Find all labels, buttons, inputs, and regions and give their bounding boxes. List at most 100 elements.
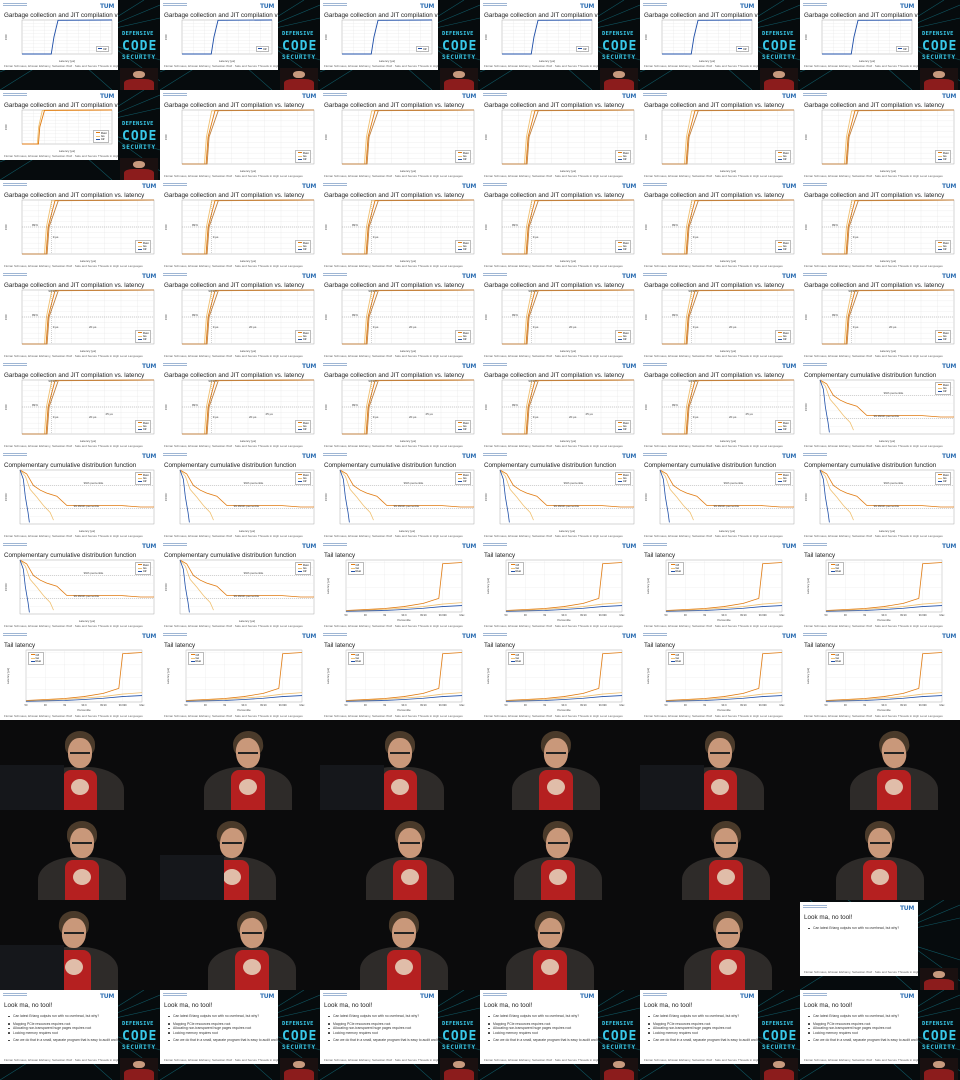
pip-head [613,1060,625,1068]
thumbnail-tile[interactable] [800,720,960,810]
thumbnail-tile[interactable]: TUM Garbage collection and JIT compilatio… [320,0,480,90]
thumbnail-tile[interactable]: TUM Garbage collection and JIT compilatio… [480,90,640,180]
thumbnail-tile[interactable] [320,810,480,900]
thumbnail-tile[interactable]: TUM Complementary cumulative distribution… [160,540,320,630]
thumbnail-tile[interactable]: TUM Tail latency Florian Schmaus, Ehssan E… [0,630,160,720]
legend: C# Go Rust [508,652,524,666]
thumbnail-tile[interactable]: TUM Garbage collection and JIT compilatio… [160,270,320,360]
thumbnail-tile[interactable] [320,900,480,990]
thumbnail-tile[interactable]: TUM Complementary cumulative distribution… [160,450,320,540]
thumbnail-tile[interactable]: TUM Look ma, no tool! Florian Schmaus, Ehs… [800,990,960,1080]
thumbnail-tile[interactable]: TUM Garbage collection and JIT compilatio… [640,0,800,90]
header-line [3,993,27,994]
plot-area [819,469,955,525]
speaker-pip [120,68,158,90]
thumbnail-tile[interactable]: TUM Garbage collection and JIT compilatio… [640,90,800,180]
thumbnail-tile[interactable]: TUM Garbage collection and JIT compilatio… [800,90,960,180]
thumbnail-tile[interactable]: TUM Tail latency Florian Schmaus, Ehssan E… [320,630,480,720]
thumbnail-tile[interactable]: TUM Complementary cumulative distribution… [0,450,160,540]
thumbnail-tile[interactable]: TUM Look ma, no tool! Florian Schmaus, Ehs… [160,990,320,1080]
thumbnail-tile[interactable] [800,810,960,900]
thumbnail-tile[interactable]: TUM Garbage collection and JIT compilatio… [640,270,800,360]
thumbnail-tile[interactable] [640,900,800,990]
thumbnail-tile[interactable]: TUM Tail latency Florian Schmaus, Ehssan E… [160,630,320,720]
annotation-99999th-percentile: 99.999th percentile [874,504,900,508]
slide-title: Look ma, no tool! [324,1002,373,1009]
thumbnail-tile[interactable]: TUM Look ma, no tool! Florian Schmaus, Ehs… [0,990,160,1080]
thumbnail-tile[interactable]: TUM Garbage collection and JIT compilatio… [800,0,960,90]
thumbnail-tile[interactable]: TUM Tail latency Florian Schmaus, Ehssan E… [640,540,800,630]
legend-item-rust: Rust [670,570,681,573]
thumbnail-tile[interactable]: TUM Complementary cumulative distribution… [0,540,160,630]
thumbnail-tile[interactable]: TUM Garbage collection and JIT compilatio… [0,90,160,180]
legend-swatch [510,564,515,566]
legend: C# Go Rust [348,652,364,666]
thumbnail-tile[interactable] [640,810,800,900]
thumbnail-tile[interactable]: TUM Look ma, no tool! Florian Schmaus, Ehs… [320,990,480,1080]
thumbnail-tile[interactable] [160,720,320,810]
thumbnail-tile[interactable]: TUM Garbage collection and JIT compilatio… [640,360,800,450]
thumbnail-tile[interactable]: TUM Garbage collection and JIT compilatio… [320,270,480,360]
thumbnail-tile[interactable]: TUM Look ma, no tool! Florian Schmaus, Ehs… [480,990,640,1080]
legend-swatch [137,245,142,247]
thumbnail-tile[interactable] [480,720,640,810]
thumbnail-tile[interactable] [160,900,320,990]
x-tick-label: 99.999 [599,703,607,707]
thumbnail-tile[interactable]: TUM Garbage collection and JIT compilatio… [320,90,480,180]
thumbnail-tile[interactable]: TUM Garbage collection and JIT compilatio… [320,180,480,270]
legend-swatch [898,48,903,50]
thumbnail-tile[interactable]: TUM Complementary cumulative distribution… [320,450,480,540]
y-axis-label: CDF [164,404,168,410]
thumbnail-tile[interactable]: TUM Garbage collection and JIT compilatio… [0,0,160,90]
annotation-99th-percentile: 99th percentile [564,481,584,485]
thumbnail-tile[interactable]: TUM Tail latency Florian Schmaus, Ehssan E… [800,630,960,720]
legend-item-rust: Rust [350,660,361,663]
header-line [483,993,507,994]
thumbnail-tile[interactable]: TUM Garbage collection and JIT compilatio… [0,180,160,270]
thumbnail-tile[interactable]: TUM Complementary cumulative distribution… [640,450,800,540]
thumbnail-tile[interactable]: TUM Complementary cumulative distribution… [480,450,640,540]
thumbnail-tile[interactable]: TUM Tail latency Florian Schmaus, Ehssan E… [480,630,640,720]
thumbnail-tile[interactable]: TUM Garbage collection and JIT compilatio… [480,0,640,90]
legend-item-csharp: C# [937,158,949,161]
thumbnail-tile[interactable] [320,720,480,810]
x-tick-label: Max [460,703,466,707]
thumbnail-tile[interactable]: TUM Garbage collection and JIT compilatio… [800,270,960,360]
thumbnail-tile[interactable] [480,900,640,990]
thumbnail-tile[interactable]: TUM Garbage collection and JIT compilatio… [0,270,160,360]
thumbnail-tile[interactable]: TUM Garbage collection and JIT compilatio… [480,270,640,360]
thumbnail-tile[interactable]: TUM Garbage collection and JIT compilatio… [480,180,640,270]
pip-body [603,1068,635,1080]
x-tick-label: 99.99 [420,703,427,707]
legend-swatch [830,567,835,569]
thumbnail-tile[interactable]: TUM Garbage collection and JIT compilatio… [320,360,480,450]
legend-label: C# [142,428,147,432]
thumbnail-tile[interactable]: TUM Complementary cumulative distribution… [800,450,960,540]
thumbnail-tile[interactable]: TUM Garbage collection and JIT compilatio… [160,90,320,180]
thumbnail-tile[interactable]: TUM Garbage collection and JIT compilatio… [160,180,320,270]
speaker-camera-frame [0,810,160,900]
thumbnail-tile[interactable] [640,720,800,810]
thumbnail-tile[interactable] [0,720,160,810]
legend: Rust Go C# [295,150,311,164]
slide: TUM Garbage collection and JIT compilatio… [160,0,278,70]
thumbnail-tile[interactable]: TUM Complementary cumulative distribution… [800,360,960,450]
thumbnail-tile[interactable]: TUM Garbage collection and JIT compilatio… [0,360,160,450]
thumbnail-tile[interactable]: TUM Tail latency Florian Schmaus, Ehssan E… [320,540,480,630]
thumbnail-tile[interactable]: TUM Garbage collection and JIT compilatio… [480,360,640,450]
thumbnail-tile[interactable]: TUM Look ma, no tool! Florian Schmaus, Ehs… [800,900,960,990]
thumbnail-tile[interactable] [160,810,320,900]
thumbnail-tile[interactable] [480,810,640,900]
thumbnail-tile[interactable]: TUM Tail latency Florian Schmaus, Ehssan E… [800,540,960,630]
thumbnail-tile[interactable]: TUM Garbage collection and JIT compilatio… [800,180,960,270]
thumbnail-tile[interactable]: TUM Tail latency Florian Schmaus, Ehssan E… [480,540,640,630]
thumbnail-tile[interactable]: TUM Tail latency Florian Schmaus, Ehssan E… [640,630,800,720]
thumbnail-tile[interactable] [0,900,160,990]
legend-swatch [617,481,622,482]
thumbnail-tile[interactable] [0,810,160,900]
speaker-pip [280,1058,318,1080]
thumbnail-tile[interactable]: TUM Garbage collection and JIT compilatio… [160,0,320,90]
thumbnail-tile[interactable]: TUM Garbage collection and JIT compilatio… [640,180,800,270]
thumbnail-tile[interactable]: TUM Look ma, no tool! Florian Schmaus, Ehs… [640,990,800,1080]
thumbnail-tile[interactable]: TUM Garbage collection and JIT compilatio… [160,360,320,450]
